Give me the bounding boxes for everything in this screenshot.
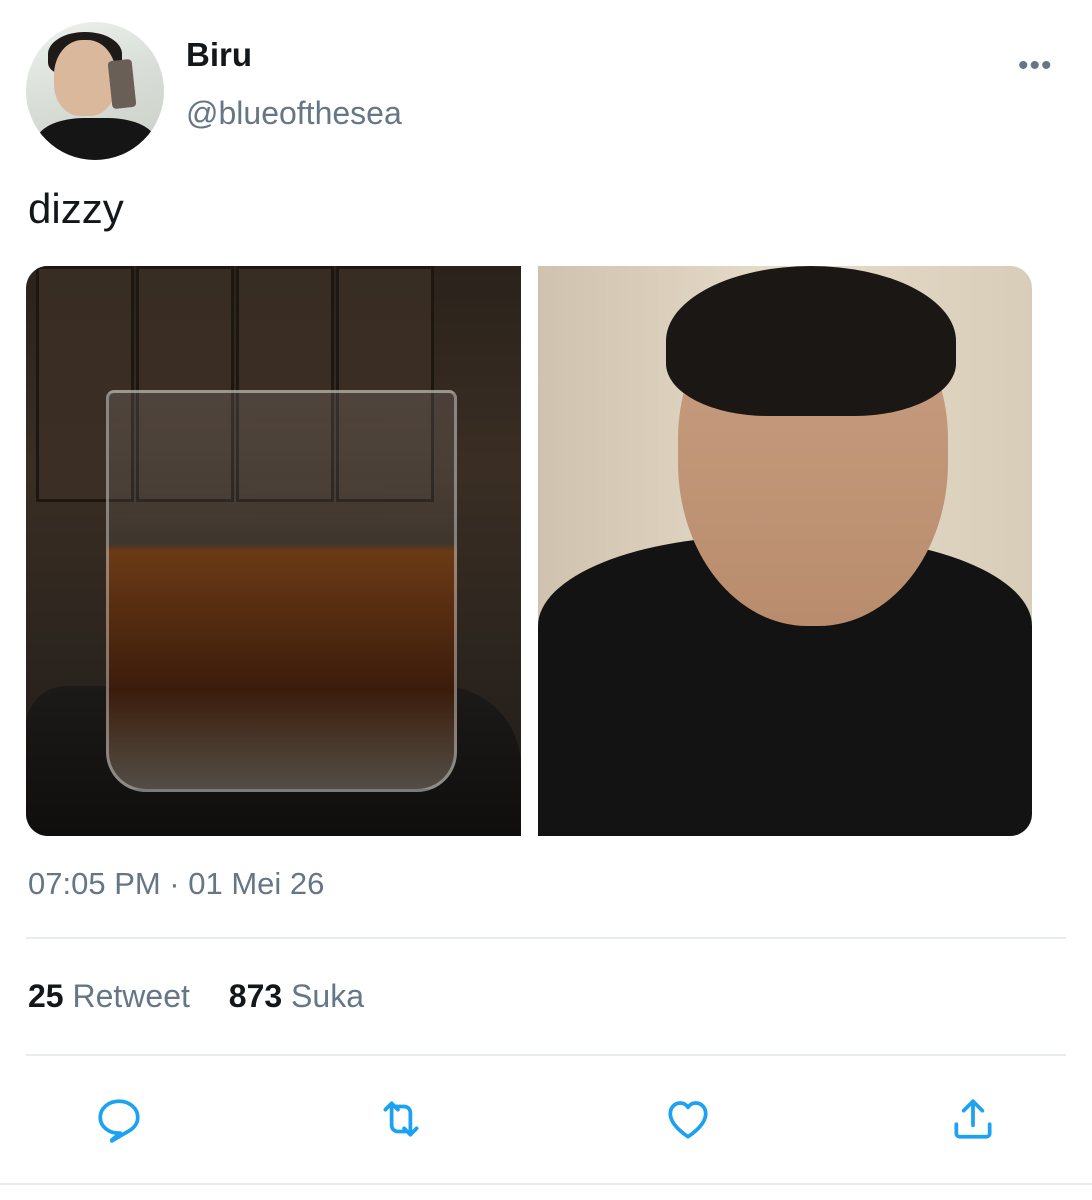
tweet-photo-selfie[interactable] [538, 266, 1032, 836]
bottom-divider [0, 1183, 1092, 1185]
tweet-text: dizzy [28, 185, 124, 232]
avatar[interactable] [26, 22, 164, 160]
divider [26, 1054, 1066, 1056]
divider [26, 937, 1066, 939]
avatar-face [54, 40, 116, 116]
retweet-count: 25 [28, 978, 64, 1014]
more-icon[interactable]: ••• [1018, 51, 1053, 81]
tweet-timestamp[interactable]: 07:05 PM · 01 Mei 26 [28, 866, 324, 902]
photo-hair [666, 266, 956, 416]
tweet-photo-glass[interactable] [26, 266, 521, 836]
retweet-icon[interactable] [375, 1093, 427, 1145]
avatar-shirt [36, 118, 156, 160]
like-label: Suka [291, 978, 364, 1014]
author-display-name[interactable]: Biru [186, 36, 252, 74]
like-stat[interactable]: 873 Suka [229, 978, 364, 1014]
like-count: 873 [228, 978, 283, 1014]
photo-whiskey-glass [106, 390, 457, 792]
heart-icon[interactable] [662, 1093, 714, 1145]
author-handle[interactable]: @blueofthesea [186, 95, 402, 132]
share-icon[interactable] [947, 1093, 999, 1145]
retweet-label: Retweet [72, 978, 190, 1014]
tweet-stats: 25 Retweet 873 Suka [28, 978, 394, 1015]
retweet-stat[interactable]: 25 Retweet [28, 978, 190, 1014]
reply-icon[interactable] [93, 1093, 145, 1145]
avatar-phone [107, 58, 137, 110]
